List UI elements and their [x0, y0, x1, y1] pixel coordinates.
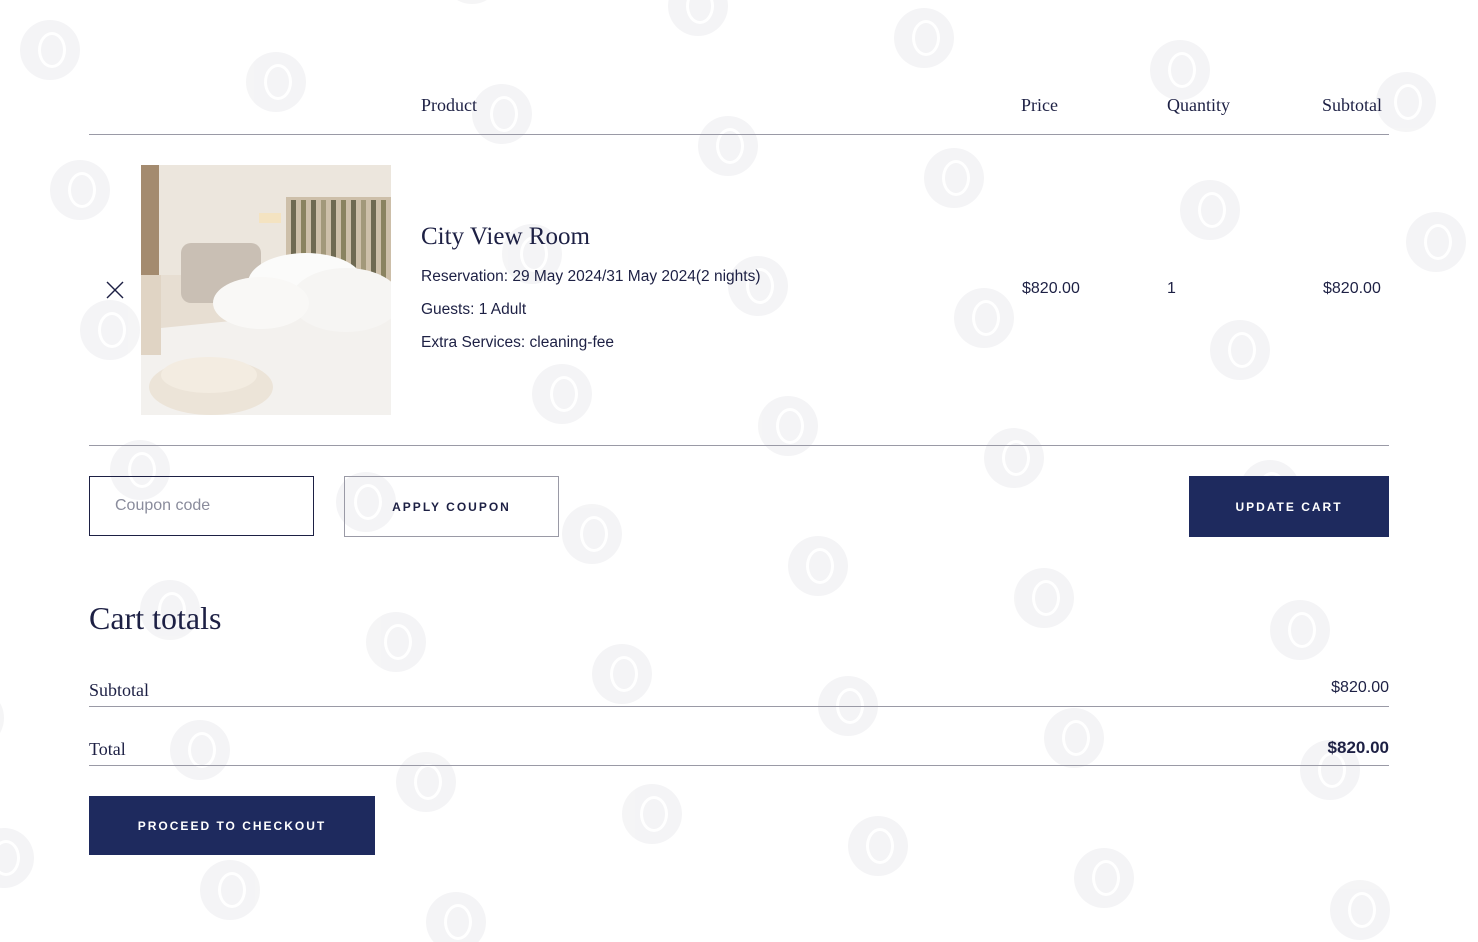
totals-subtotal-value: $820.00 [1331, 679, 1389, 696]
reservation-label: Reservation: [421, 268, 509, 285]
reservation-line: Reservation: 29 May 2024/31 May 2024(2 n… [421, 268, 760, 286]
totals-subtotal-label: Subtotal [89, 680, 150, 700]
extras-label: Extra Services: [421, 334, 526, 351]
extras-value: cleaning-fee [529, 334, 614, 351]
hotel-room-photo-icon [141, 165, 391, 415]
watermark-logo-icon [200, 860, 260, 920]
totals-total-value: $820.00 [1327, 738, 1389, 757]
cart-page: Product Price Quantity Subtotal City Vie… [0, 0, 1478, 942]
watermark-logo-icon [0, 828, 34, 888]
totals-subtotal-row: Subtotal $820.00 [89, 648, 1389, 707]
watermark-logo-icon [20, 20, 80, 80]
totals-total-row: Total $820.00 [89, 707, 1389, 766]
watermark-logo-icon [442, 0, 502, 4]
apply-coupon-button[interactable]: APPLY COUPON [344, 476, 559, 537]
watermark-logo-icon [1330, 880, 1390, 940]
watermark-logo-icon [848, 816, 908, 876]
header-product: Product [421, 95, 477, 115]
coupon-code-input[interactable] [89, 476, 314, 536]
product-name[interactable]: City View Room [421, 223, 590, 251]
watermark-logo-icon [426, 892, 486, 942]
watermark-logo-icon [562, 504, 622, 564]
header-quantity: Quantity [1167, 95, 1230, 115]
guests-value: 1 Adult [478, 301, 527, 318]
watermark-logo-icon [668, 0, 728, 36]
guests-label: Guests: [421, 301, 475, 318]
remove-item-icon[interactable] [105, 280, 125, 300]
header-subtotal: Subtotal [1322, 95, 1383, 115]
totals-total-label: Total [89, 739, 126, 759]
watermark-logo-icon [788, 536, 848, 596]
item-subtotal: $820.00 [1323, 280, 1381, 297]
cart-table-header: Product Price Quantity Subtotal [89, 80, 1389, 135]
watermark-logo-icon [1074, 848, 1134, 908]
watermark-logo-icon [0, 688, 4, 748]
extras-line: Extra Services: cleaning-fee [421, 334, 614, 352]
watermark-logo-icon [622, 784, 682, 844]
reservation-value: 29 May 2024/31 May 2024(2 nights) [512, 268, 761, 285]
watermark-logo-icon [894, 8, 954, 68]
header-price: Price [1021, 95, 1058, 115]
item-price: $820.00 [1022, 280, 1080, 297]
proceed-to-checkout-button[interactable]: PROCEED TO CHECKOUT [89, 796, 375, 855]
cart-item-row: City View Room Reservation: 29 May 2024/… [89, 135, 1389, 446]
watermark-logo-icon [1406, 212, 1466, 272]
update-cart-button[interactable]: UPDATE CART [1189, 476, 1389, 537]
item-quantity[interactable]: 1 [1167, 280, 1176, 298]
cart-totals-title: Cart totals [89, 600, 222, 636]
guests-line: Guests: 1 Adult [421, 301, 526, 319]
watermark-logo-icon [1014, 568, 1074, 628]
product-thumbnail[interactable] [141, 165, 391, 415]
